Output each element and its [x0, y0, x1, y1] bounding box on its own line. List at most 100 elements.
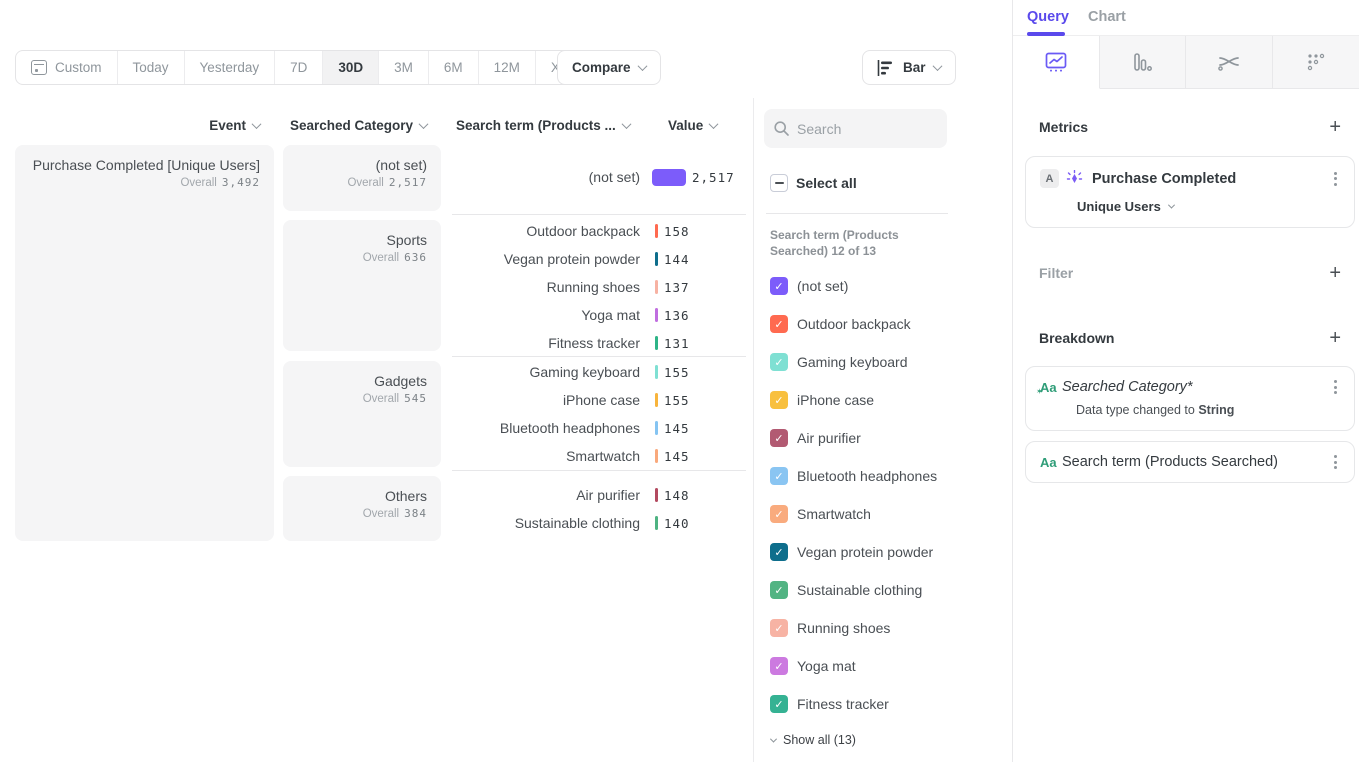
- filter-item[interactable]: Smartwatch: [770, 505, 871, 523]
- add-filter-button[interactable]: +: [1329, 265, 1341, 281]
- checkbox-checked[interactable]: [770, 353, 788, 371]
- table-row[interactable]: Bluetooth headphones 145: [452, 414, 746, 442]
- category-cell[interactable]: Sports Overall636: [283, 220, 441, 351]
- date-range-7d[interactable]: 7D: [274, 51, 322, 84]
- search-input[interactable]: [797, 121, 927, 137]
- checkbox-checked[interactable]: [770, 467, 788, 485]
- kebab-menu-icon[interactable]: [1328, 380, 1342, 394]
- checkbox-checked[interactable]: [770, 429, 788, 447]
- table-row[interactable]: Smartwatch 145: [452, 442, 746, 470]
- checkbox-checked[interactable]: [770, 315, 788, 333]
- term-value: 148: [664, 488, 690, 503]
- checkbox-checked[interactable]: [770, 695, 788, 713]
- value-bar: [655, 280, 658, 294]
- tab-query-active[interactable]: Query: [1027, 9, 1069, 25]
- search-box[interactable]: [764, 109, 947, 148]
- filter-item-label: Bluetooth headphones: [797, 468, 937, 484]
- table-row[interactable]: Sustainable clothing 140: [452, 509, 746, 537]
- term-label: Yoga mat: [452, 307, 640, 323]
- filter-item[interactable]: Running shoes: [770, 619, 890, 637]
- table-row[interactable]: iPhone case 155: [452, 386, 746, 414]
- date-range-label: 6M: [444, 60, 463, 75]
- tab-flows-report[interactable]: [1186, 36, 1273, 88]
- table-row[interactable]: Air purifier 148: [452, 481, 746, 509]
- tab-insights-report-active[interactable]: [1013, 36, 1100, 89]
- column-header-value[interactable]: Value: [668, 117, 717, 133]
- breakdown-card[interactable]: Aa Search term (Products Searched): [1025, 441, 1355, 483]
- table-row[interactable]: Fitness tracker 131: [452, 329, 746, 357]
- overall-label: Overall: [363, 508, 399, 520]
- compare-button[interactable]: Compare: [557, 50, 661, 85]
- show-all-link[interactable]: Show all (13): [771, 733, 856, 747]
- table-row[interactable]: (not set) 2,517: [452, 163, 746, 191]
- date-range-yesterday[interactable]: Yesterday: [184, 51, 275, 84]
- select-all-row[interactable]: Select all: [770, 174, 857, 192]
- checkbox-checked[interactable]: [770, 277, 788, 295]
- checkbox-checked[interactable]: [770, 581, 788, 599]
- overall-label: Overall: [347, 177, 383, 189]
- date-range-label: 30D: [338, 60, 363, 75]
- term-value: 145: [664, 449, 690, 464]
- filter-item[interactable]: Outdoor backpack: [770, 315, 911, 333]
- event-cell[interactable]: Purchase Completed [Unique Users] Overal…: [15, 145, 274, 541]
- date-range-6m[interactable]: 6M: [428, 51, 478, 84]
- column-header-event[interactable]: Event: [15, 117, 260, 133]
- value-bar: [655, 488, 658, 502]
- table-row[interactable]: Gaming keyboard 155: [452, 358, 746, 386]
- checkbox-checked[interactable]: [770, 505, 788, 523]
- kebab-menu-icon[interactable]: [1328, 172, 1342, 186]
- filter-item[interactable]: Gaming keyboard: [770, 353, 908, 371]
- overall-value: 3,492: [222, 176, 260, 189]
- filter-item[interactable]: (not set): [770, 277, 848, 295]
- term-value: 155: [664, 393, 690, 408]
- date-range-30d-selected[interactable]: 30D: [322, 51, 378, 84]
- filter-item[interactable]: Bluetooth headphones: [770, 467, 937, 485]
- term-value: 136: [664, 308, 690, 323]
- column-header-searched-category[interactable]: Searched Category: [283, 117, 427, 133]
- term-value: 137: [664, 280, 690, 295]
- breakdown-property-name: Search term (Products Searched): [1062, 454, 1328, 470]
- checkbox-checked[interactable]: [770, 657, 788, 675]
- checkbox-checked[interactable]: [770, 619, 788, 637]
- category-cell[interactable]: Others Overall384: [283, 476, 441, 541]
- breakdown-title: Breakdown: [1039, 330, 1114, 346]
- add-breakdown-button[interactable]: +: [1329, 330, 1341, 346]
- checkbox-checked[interactable]: [770, 391, 788, 409]
- kebab-menu-icon[interactable]: [1328, 455, 1342, 469]
- metric-card[interactable]: A Purchase Completed Unique Users: [1025, 156, 1355, 228]
- measure-selector[interactable]: Unique Users: [1026, 188, 1354, 227]
- date-range-today[interactable]: Today: [117, 51, 184, 84]
- filter-item[interactable]: Sustainable clothing: [770, 581, 922, 599]
- insights-chart-icon: [1045, 52, 1067, 72]
- value-bar: [652, 169, 686, 186]
- breakdown-card[interactable]: Aa Searched Category* Data type changed …: [1025, 366, 1355, 431]
- filter-item[interactable]: Vegan protein powder: [770, 543, 933, 561]
- filter-item[interactable]: Air purifier: [770, 429, 861, 447]
- table-row[interactable]: Yoga mat 136: [452, 301, 746, 329]
- filter-item[interactable]: Fitness tracker: [770, 695, 889, 713]
- filter-item[interactable]: Yoga mat: [770, 657, 856, 675]
- add-metric-button[interactable]: +: [1329, 119, 1341, 135]
- date-range-custom[interactable]: Custom: [16, 51, 117, 84]
- date-range-3m[interactable]: 3M: [378, 51, 428, 84]
- insights-report: Custom Today Yesterday 7D 30D 3M 6M 12M …: [0, 0, 1359, 762]
- table-row[interactable]: Vegan protein powder 144: [452, 245, 746, 273]
- table-row[interactable]: Outdoor backpack 158: [452, 217, 746, 245]
- select-all-checkbox-indeterminate[interactable]: [770, 174, 788, 192]
- table-row[interactable]: Running shoes 137: [452, 273, 746, 301]
- tab-funnels-report[interactable]: [1100, 36, 1187, 88]
- filter-item[interactable]: iPhone case: [770, 391, 874, 409]
- category-name: Sports: [283, 232, 427, 248]
- checkbox-checked[interactable]: [770, 543, 788, 561]
- category-cell[interactable]: (not set) Overall2,517: [283, 145, 441, 211]
- retention-dots-icon: [1306, 52, 1326, 72]
- search-icon: [774, 121, 789, 136]
- tab-retention-report[interactable]: [1273, 36, 1359, 88]
- chart-type-button[interactable]: Bar: [862, 50, 956, 85]
- tab-chart[interactable]: Chart: [1088, 9, 1126, 25]
- date-range-12m[interactable]: 12M: [478, 51, 535, 84]
- date-range-label: Yesterday: [200, 60, 260, 75]
- column-header-search-term[interactable]: Search term (Products ...: [456, 117, 630, 133]
- category-cell[interactable]: Gadgets Overall545: [283, 361, 441, 467]
- date-range-label: 7D: [290, 60, 307, 75]
